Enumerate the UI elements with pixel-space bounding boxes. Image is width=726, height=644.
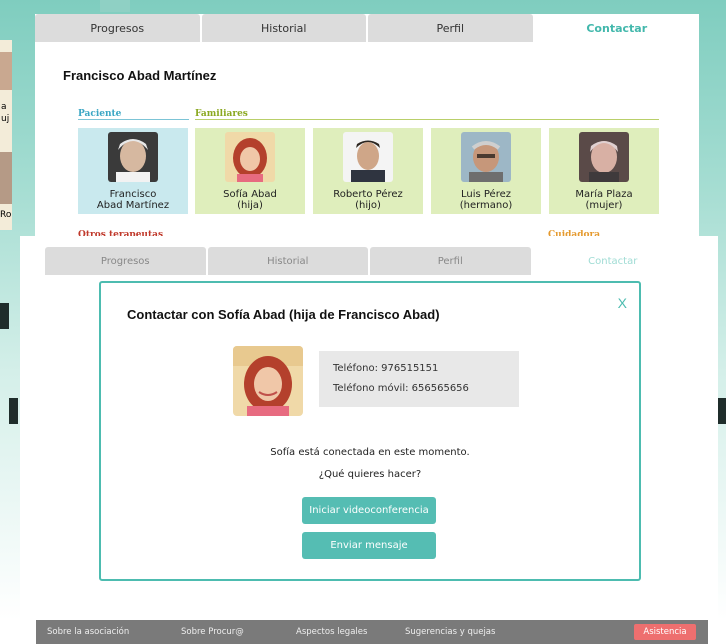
left-dark-tab-1	[0, 303, 9, 329]
footer-procura-link[interactable]: Sobre Procur@	[181, 620, 244, 644]
left-partial-text-2: uj	[1, 114, 10, 124]
tab-progresos[interactable]: Progresos	[45, 247, 206, 275]
left-partial-panel: a uj Ro	[0, 40, 12, 230]
patient-card-line2: Abad Martínez	[96, 200, 170, 211]
left-photo-1	[0, 52, 12, 90]
family-relation-3: (mujer)	[585, 200, 623, 211]
front-tab-bar: Progresos Historial Perfil Contactar	[45, 247, 693, 275]
patient-card[interactable]: Francisco Abad Martínez	[78, 128, 188, 214]
patient-section-label: Paciente	[78, 109, 122, 119]
family-name-0: Sofía Abad	[223, 189, 277, 200]
left-partial-text-3: Ro	[0, 210, 12, 220]
mobile-number: Teléfono móvil: 656565656	[333, 383, 469, 394]
patient-card-line1: Francisco	[109, 189, 157, 200]
decorative-block	[100, 0, 130, 12]
start-videoconference-button[interactable]: Iniciar videoconferencia	[302, 497, 436, 524]
roberto-photo	[343, 132, 393, 182]
family-section-label: Familiares	[195, 109, 248, 119]
tab-contactar[interactable]: Contactar	[532, 247, 693, 275]
family-card-roberto[interactable]: Roberto Pérez (hijo)	[313, 128, 423, 214]
footer: Sobre la asociación Sobre Procur@ Aspect…	[36, 620, 708, 644]
footer-suggestions-link[interactable]: Sugerencias y quejas	[405, 620, 495, 644]
family-name-3: María Plaza	[575, 189, 633, 200]
family-relation-1: (hijo)	[355, 200, 381, 211]
left-partial-text-1: a	[1, 102, 7, 112]
assist-button[interactable]: Asistencia	[634, 624, 696, 640]
family-card-maria[interactable]: María Plaza (mujer)	[549, 128, 659, 214]
sofia-photo	[225, 132, 275, 182]
footer-about-link[interactable]: Sobre la asociación	[47, 620, 129, 644]
phone-number: Teléfono: 976515151	[333, 363, 439, 374]
patient-photo	[108, 132, 158, 182]
family-relation-2: (hermano)	[459, 200, 513, 211]
phone-info-box: Teléfono: 976515151 Teléfono móvil: 6565…	[319, 351, 519, 407]
luis-photo	[461, 132, 511, 182]
left-dark-tab-2	[9, 398, 18, 424]
bg-tab-perfil[interactable]: Perfil	[368, 14, 533, 42]
patient-section-line	[78, 119, 189, 120]
patient-name: Francisco Abad Martínez	[63, 68, 217, 83]
contact-photo	[233, 346, 303, 416]
tab-historial[interactable]: Historial	[207, 247, 368, 275]
bg-tab-historial[interactable]: Historial	[201, 14, 366, 42]
dialog-title: Contactar con Sofía Abad (hija de Franci…	[127, 307, 440, 322]
close-icon[interactable]: X	[618, 295, 627, 311]
footer-legal-link[interactable]: Aspectos legales	[296, 620, 367, 644]
front-panel: Progresos Historial Perfil Contactar X C…	[20, 236, 718, 620]
online-status: Sofía está conectada en este momento.	[270, 447, 470, 458]
send-message-button[interactable]: Enviar mensaje	[302, 532, 436, 559]
background-tab-bar: Progresos Historial Perfil Contactar	[35, 14, 699, 42]
bg-tab-contactar[interactable]: Contactar	[534, 14, 699, 42]
contact-dialog: X Contactar con Sofía Abad (hija de Fran…	[99, 281, 641, 581]
family-card-luis[interactable]: Luis Pérez (hermano)	[431, 128, 541, 214]
family-card-sofia[interactable]: Sofía Abad (hija)	[195, 128, 305, 214]
right-dark-tab	[718, 398, 726, 424]
maria-photo	[579, 132, 629, 182]
family-section-line	[195, 119, 659, 120]
bg-tab-progresos[interactable]: Progresos	[35, 14, 200, 42]
background-panel: Progresos Historial Perfil Contactar Fra…	[35, 14, 699, 240]
left-photo-2	[0, 152, 12, 204]
family-name-2: Luis Pérez	[460, 189, 512, 200]
family-name-1: Roberto Pérez	[333, 189, 403, 200]
tab-perfil[interactable]: Perfil	[370, 247, 531, 275]
action-question: ¿Qué quieres hacer?	[318, 469, 422, 480]
family-relation-0: (hija)	[237, 200, 263, 211]
